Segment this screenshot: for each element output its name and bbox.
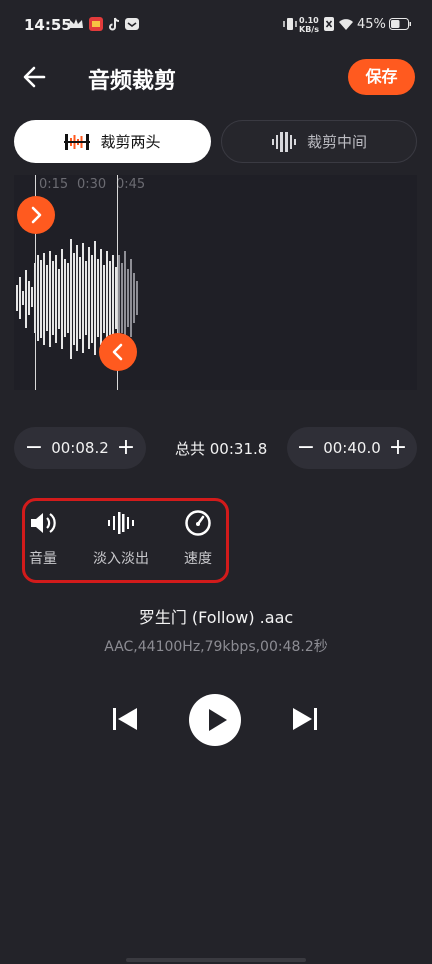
waveform-panel[interactable]: 0:15 0:30 0:45 [14, 175, 417, 390]
crown-icon [69, 19, 83, 28]
net-speed: 0.10 KB/s [299, 16, 319, 34]
trim-middle-icon [271, 131, 296, 152]
chevron-right-icon [31, 206, 42, 224]
end-decrease-button[interactable]: − [297, 437, 315, 459]
trim-start-handle[interactable] [17, 196, 55, 234]
battery-percent: 45% [357, 17, 386, 32]
file-info: AAC,44100Hz,79kbps,00:48.2秒 [104, 639, 328, 655]
tool-label: 淡入淡出 [93, 551, 149, 567]
start-time-value[interactable]: 00:08.2 [51, 439, 109, 457]
start-decrease-button[interactable]: − [25, 437, 43, 459]
tab-trim-middle[interactable]: 裁剪中间 [221, 120, 417, 163]
sim-disabled-icon [324, 17, 334, 31]
net-speed-unit: KB/s [299, 25, 319, 34]
save-button[interactable]: 保存 [348, 59, 415, 95]
tab-label: 裁剪两头 [100, 133, 161, 151]
tab-trim-both-ends[interactable]: 裁剪两头 [14, 120, 211, 163]
skip-next-icon[interactable] [290, 704, 320, 734]
play-button[interactable] [189, 694, 241, 746]
fade-tool[interactable]: 淡入淡出 [86, 510, 156, 568]
end-time-value[interactable]: 00:40.0 [323, 439, 381, 457]
timeline-tick: 0:15 [39, 177, 69, 192]
audio-waveform [16, 239, 138, 359]
total-duration: 总共 00:31.8 [175, 440, 268, 458]
status-bar: 14:55 0.10 KB/s 45% [0, 0, 432, 52]
back-arrow-icon[interactable] [18, 60, 52, 94]
end-increase-button[interactable]: + [389, 437, 407, 459]
timeline-tick: 0:30 [77, 177, 107, 192]
vibrate-icon [283, 18, 297, 30]
end-time-control: − 00:40.0 + [287, 427, 417, 469]
tiktok-icon [109, 17, 120, 31]
app-notification-icon [89, 17, 103, 31]
battery-icon [389, 18, 411, 30]
tool-label: 速度 [184, 551, 212, 567]
tool-label: 音量 [29, 551, 57, 567]
start-time-control: − 00:08.2 + [14, 427, 146, 469]
skip-previous-icon[interactable] [110, 704, 140, 734]
fade-icon [108, 512, 134, 534]
play-icon [209, 709, 227, 731]
trim-end-handle[interactable] [99, 333, 137, 371]
volume-tool[interactable]: 音量 [8, 510, 78, 568]
wifi-icon [339, 19, 353, 30]
start-increase-button[interactable]: + [117, 437, 135, 459]
volume-icon [31, 513, 56, 533]
chevron-left-icon [112, 343, 123, 361]
net-speed-value: 0.10 [299, 16, 319, 25]
tab-label: 裁剪中间 [306, 133, 367, 151]
home-indicator[interactable] [126, 958, 306, 962]
status-time: 14:55 [24, 16, 72, 34]
timeline-tick: 0:45 [116, 177, 146, 192]
trim-ends-icon [64, 133, 91, 150]
file-name: 罗生门 (Follow) .aac [138, 608, 294, 627]
speed-tool[interactable]: 速度 [163, 510, 233, 568]
page-title: 音频裁剪 [88, 69, 177, 94]
message-icon [125, 18, 139, 30]
speed-icon [185, 510, 211, 536]
